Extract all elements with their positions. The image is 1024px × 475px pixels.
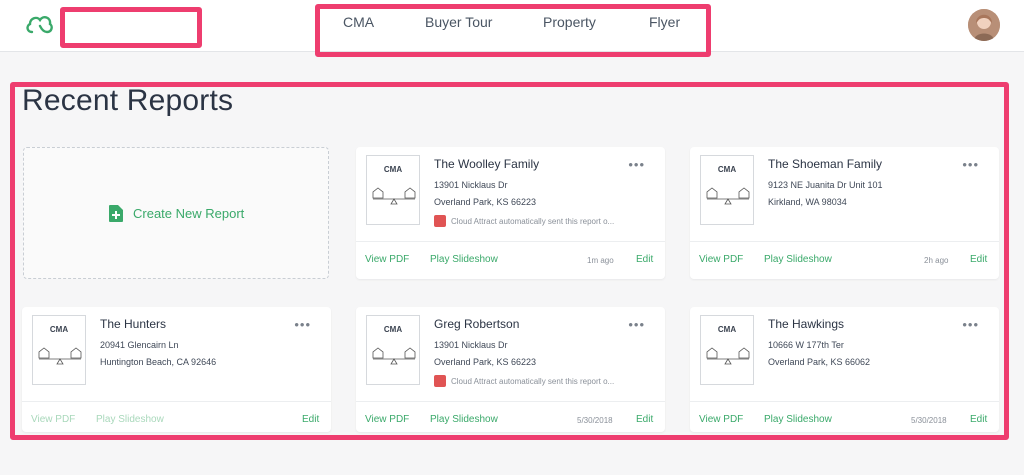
view-pdf-link: View PDF (31, 414, 76, 425)
address-line-2: Kirkland, WA 98034 (768, 197, 847, 207)
view-pdf-link[interactable]: View PDF (699, 414, 743, 425)
view-pdf-link[interactable]: View PDF (365, 254, 409, 265)
top-navigation-bar: CMA Buyer Tour Property Flyer (0, 0, 1024, 57)
edit-link[interactable]: Edit (970, 414, 987, 425)
play-slideshow-link[interactable]: Play Slideshow (764, 414, 832, 425)
report-type-nav-highlight (315, 4, 711, 57)
thumbnail-label: CMA (49, 325, 69, 334)
address-line-2: Huntington Beach, CA 92646 (100, 357, 217, 367)
view-pdf-link[interactable]: View PDF (699, 254, 743, 265)
address-line-1: 20941 Glencairn Ln (100, 340, 179, 350)
report-name: Greg Robertson (434, 317, 520, 331)
report-name: The Shoeman Family (768, 157, 883, 171)
avatar-photo-icon (968, 9, 1000, 41)
play-slideshow-link[interactable]: Play Slideshow (430, 254, 498, 265)
address-line-1: 9123 NE Juanita Dr Unit 101 (768, 180, 883, 190)
nav-property[interactable]: Property (543, 14, 596, 30)
card-divider (356, 241, 665, 242)
cma-thumbnail[interactable]: CMA (32, 315, 86, 385)
address-line-2: Overland Park, KS 66223 (434, 197, 537, 207)
houses-balance-icon (372, 347, 416, 365)
thumbnail-label: CMA (717, 165, 737, 174)
timestamp: 5/30/2018 (577, 416, 613, 425)
report-name: The Woolley Family (434, 157, 540, 171)
cma-thumbnail[interactable]: CMA (700, 315, 754, 385)
auto-sent-note-text: Cloud Attract automatically sent this re… (451, 216, 615, 226)
timestamp: 1m ago (587, 256, 614, 265)
report-card: CMA The Shoeman Family 9123 NE Juanita D… (690, 147, 999, 279)
houses-balance-icon (706, 187, 750, 205)
report-card: CMA The Woolley Family 13901 Nicklaus Dr… (356, 147, 665, 279)
create-new-report-label: Create New Report (133, 206, 245, 221)
auto-sent-note: Cloud Attract automatically sent this re… (434, 375, 649, 387)
address-line-1: 13901 Nicklaus Dr (434, 180, 508, 190)
nav-buyer-tour[interactable]: Buyer Tour (425, 14, 492, 30)
card-divider (22, 401, 331, 402)
nav-flyer[interactable]: Flyer (649, 14, 680, 30)
address-line-2: Overland Park, KS 66223 (434, 357, 537, 367)
cma-thumbnail[interactable]: CMA (366, 155, 420, 225)
edit-link[interactable]: Edit (970, 254, 987, 265)
brand-highlight-box (60, 7, 202, 48)
thumbnail-label: CMA (383, 165, 403, 174)
more-options-icon[interactable]: ••• (962, 317, 979, 332)
address-line-2: Overland Park, KS 66062 (768, 357, 871, 367)
more-options-icon[interactable]: ••• (628, 317, 645, 332)
card-divider (356, 401, 665, 402)
card-divider (690, 401, 999, 402)
card-divider (690, 241, 999, 242)
edit-link[interactable]: Edit (636, 254, 653, 265)
address-line-1: 10666 W 177th Ter (768, 340, 844, 350)
edit-link[interactable]: Edit (636, 414, 653, 425)
play-slideshow-link[interactable]: Play Slideshow (764, 254, 832, 265)
auto-sent-note: Cloud Attract automatically sent this re… (434, 215, 649, 227)
address-line-1: 13901 Nicklaus Dr (434, 340, 508, 350)
add-document-icon (109, 205, 123, 222)
auto-sent-note-text: Cloud Attract automatically sent this re… (451, 376, 615, 386)
report-card: CMA Greg Robertson 13901 Nicklaus Dr Ove… (356, 307, 665, 432)
timestamp: 2h ago (924, 256, 949, 265)
more-options-icon[interactable]: ••• (962, 157, 979, 172)
cma-thumbnail[interactable]: CMA (700, 155, 754, 225)
thumbnail-label: CMA (383, 325, 403, 334)
edit-link[interactable]: Edit (302, 414, 319, 425)
play-slideshow-link: Play Slideshow (96, 414, 164, 425)
more-options-icon[interactable]: ••• (628, 157, 645, 172)
houses-balance-icon (706, 347, 750, 365)
play-slideshow-link[interactable]: Play Slideshow (430, 414, 498, 425)
cloud-attract-icon (434, 215, 446, 227)
nav-cma[interactable]: CMA (343, 14, 374, 30)
report-card: CMA The Hawkings 10666 W 177th Ter Overl… (690, 307, 999, 432)
create-new-report-card[interactable]: Create New Report (23, 147, 329, 279)
more-options-icon[interactable]: ••• (294, 317, 311, 332)
cloud-logo-icon[interactable] (24, 12, 54, 38)
report-card: CMA The Hunters 20941 Glencairn Ln Hunti… (22, 307, 331, 432)
cloud-attract-icon (434, 375, 446, 387)
report-name: The Hunters (100, 317, 167, 331)
timestamp: 5/30/2018 (911, 416, 947, 425)
houses-balance-icon (38, 347, 82, 365)
report-name: The Hawkings (768, 317, 845, 331)
user-avatar[interactable] (968, 9, 1000, 41)
thumbnail-label: CMA (717, 325, 737, 334)
page-title: Recent Reports (22, 84, 234, 117)
cma-thumbnail[interactable]: CMA (366, 315, 420, 385)
houses-balance-icon (372, 187, 416, 205)
view-pdf-link[interactable]: View PDF (365, 414, 409, 425)
